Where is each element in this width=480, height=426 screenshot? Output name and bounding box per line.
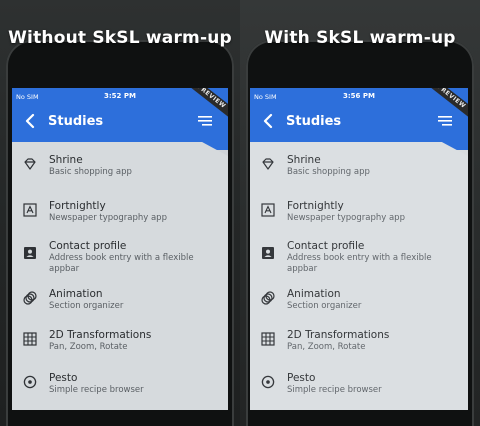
back-icon[interactable] (24, 113, 36, 129)
page-title: Studies (286, 114, 342, 129)
list-item-pesto[interactable]: Pesto Simple recipe browser (12, 366, 228, 406)
menu-icon[interactable] (438, 116, 452, 126)
status-bar: No SIM 3:56 PM (250, 91, 468, 103)
list-item-pesto[interactable]: Pesto Simple recipe browser (250, 366, 468, 406)
item-name: Contact profile (287, 240, 365, 252)
item-description: Simple recipe browser (287, 385, 382, 395)
animation-icon (261, 291, 275, 305)
item-name: Pesto (49, 372, 78, 384)
adjust-icon (261, 375, 275, 389)
list-item-shrine[interactable]: Shrine Basic shopping app (12, 148, 228, 188)
item-name: 2D Transformations (287, 329, 390, 341)
status-time: 3:52 PM (104, 92, 136, 100)
studies-list: Shrine Basic shopping app Fortnightly Ne… (250, 142, 468, 410)
account-box-icon (262, 247, 274, 259)
item-name: Fortnightly (49, 200, 106, 212)
account-box-icon (24, 247, 36, 259)
list-item-contact-profile[interactable]: Contact profile Address book entry with … (250, 234, 468, 274)
item-name: Fortnightly (287, 200, 344, 212)
item-name: Animation (49, 288, 103, 300)
animation-icon (23, 291, 37, 305)
phone-screen: No SIM 3:56 PM PREVIEW Studies Shrine Ba… (250, 88, 468, 410)
item-description: Section organizer (49, 301, 124, 311)
item-description: Address book entry with a flexible appba… (49, 253, 194, 274)
app-bar: No SIM 3:52 PM PREVIEW Studies (12, 88, 228, 150)
item-description: Address book entry with a flexible appba… (287, 253, 432, 274)
item-description: Newspaper typography app (287, 213, 405, 223)
item-description: Section organizer (287, 301, 362, 311)
list-item-fortnightly[interactable]: Fortnightly Newspaper typography app (250, 194, 468, 234)
item-description: Simple recipe browser (49, 385, 144, 395)
item-name: Contact profile (49, 240, 127, 252)
list-item-contact-profile[interactable]: Contact profile Address book entry with … (12, 234, 228, 274)
panel-with-warmup: With SkSL warm-up No SIM 3:56 PM PREVIEW… (240, 0, 480, 426)
item-description: Pan, Zoom, Rotate (49, 342, 128, 352)
item-name: Pesto (287, 372, 316, 384)
page-title: Studies (48, 114, 104, 129)
item-name: Shrine (49, 154, 83, 166)
font-download-icon (261, 203, 275, 217)
item-description: Basic shopping app (49, 167, 132, 177)
diamond-icon (24, 158, 36, 170)
menu-icon[interactable] (198, 116, 212, 126)
list-item-animation[interactable]: Animation Section organizer (12, 282, 228, 322)
studies-list: Shrine Basic shopping app Fortnightly Ne… (12, 142, 228, 410)
grid-icon (23, 332, 37, 346)
back-icon[interactable] (262, 113, 274, 129)
status-bar: No SIM 3:52 PM (12, 91, 228, 103)
item-name: Shrine (287, 154, 321, 166)
status-time: 3:56 PM (343, 92, 375, 100)
caption: With SkSL warm-up (264, 28, 456, 48)
panel-without-warmup: Without SkSL warm-up No SIM 3:52 PM PREV… (0, 0, 240, 426)
item-description: Basic shopping app (287, 167, 370, 177)
list-item-2d-transformations[interactable]: 2D Transformations Pan, Zoom, Rotate (12, 323, 228, 363)
list-item-animation[interactable]: Animation Section organizer (250, 282, 468, 322)
list-item-fortnightly[interactable]: Fortnightly Newspaper typography app (12, 194, 228, 234)
caption: Without SkSL warm-up (8, 28, 232, 48)
item-description: Newspaper typography app (49, 213, 167, 223)
font-download-icon (23, 203, 37, 217)
phone-screen: No SIM 3:52 PM PREVIEW Studies Shrine Ba… (12, 88, 228, 410)
item-name: Animation (287, 288, 341, 300)
list-item-2d-transformations[interactable]: 2D Transformations Pan, Zoom, Rotate (250, 323, 468, 363)
adjust-icon (23, 375, 37, 389)
app-bar: No SIM 3:56 PM PREVIEW Studies (250, 88, 468, 150)
list-item-shrine[interactable]: Shrine Basic shopping app (250, 148, 468, 188)
item-name: 2D Transformations (49, 329, 152, 341)
item-description: Pan, Zoom, Rotate (287, 342, 366, 352)
grid-icon (261, 332, 275, 346)
diamond-icon (262, 158, 274, 170)
